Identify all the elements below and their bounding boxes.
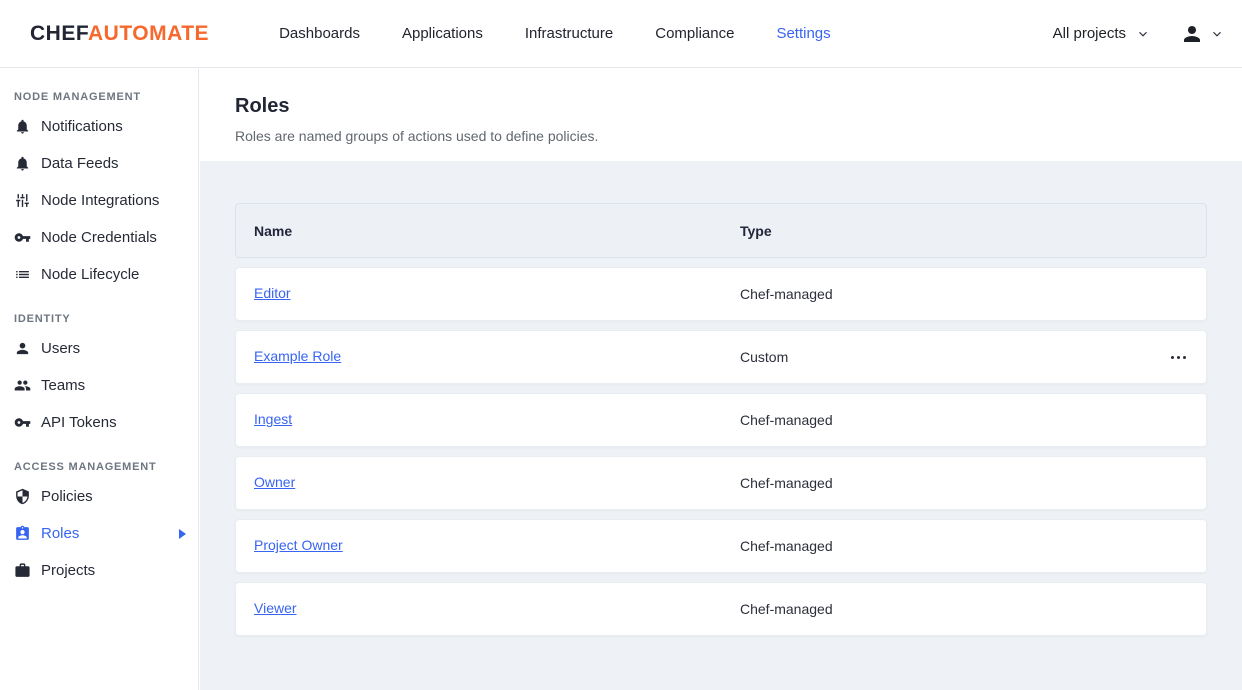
page-header: Roles Roles are named groups of actions … [200, 69, 1242, 161]
key-icon [14, 414, 31, 431]
table-row: Example Role Custom [235, 330, 1207, 384]
role-type: Chef-managed [740, 601, 1188, 617]
role-link-example-role[interactable]: Example Role [254, 348, 341, 364]
sidebar-item-node-integrations[interactable]: Node Integrations [0, 182, 198, 219]
person-icon [1180, 22, 1204, 46]
project-selector-dropdown[interactable]: All projects [1053, 25, 1150, 42]
sidebar-item-projects[interactable]: Projects [0, 552, 198, 589]
sidebar-item-label: Node Integrations [41, 192, 159, 209]
sidebar-item-label: Projects [41, 562, 95, 579]
sidebar-item-node-lifecycle[interactable]: Node Lifecycle [0, 256, 198, 293]
role-type: Chef-managed [740, 475, 1188, 491]
nav-settings[interactable]: Settings [776, 25, 830, 42]
role-link-editor[interactable]: Editor [254, 285, 291, 301]
role-link-ingest[interactable]: Ingest [254, 411, 292, 427]
role-type: Chef-managed [740, 286, 1188, 302]
sidebar-item-label: Notifications [41, 118, 123, 135]
role-link-project-owner[interactable]: Project Owner [254, 537, 343, 553]
role-type: Custom [740, 349, 1169, 365]
sidebar-item-api-tokens[interactable]: API Tokens [0, 404, 198, 441]
sidebar-section-node-management: NODE MANAGEMENT [14, 91, 184, 103]
role-type: Chef-managed [740, 538, 1188, 554]
sidebar-item-teams[interactable]: Teams [0, 367, 198, 404]
primary-nav: Dashboards Applications Infrastructure C… [279, 25, 831, 42]
role-link-viewer[interactable]: Viewer [254, 600, 297, 616]
logo-automate-text: AUTOMATE [88, 22, 209, 45]
briefcase-icon [14, 562, 31, 579]
topnav-right-group: All projects [1053, 22, 1242, 46]
person-icon [14, 340, 31, 357]
sliders-icon [14, 192, 31, 209]
people-icon [14, 377, 31, 394]
ellipsis-icon [1183, 356, 1186, 359]
page-title: Roles [235, 95, 1207, 118]
role-type: Chef-managed [740, 412, 1188, 428]
sidebar-item-label: Teams [41, 377, 85, 394]
sidebar-item-label: Node Credentials [41, 229, 157, 246]
roles-table-area: Name Type Editor Chef-managed Example Ro… [200, 161, 1242, 690]
chevron-down-icon [1210, 27, 1224, 41]
ellipsis-icon [1177, 356, 1180, 359]
sidebar-item-label: Data Feeds [41, 155, 119, 172]
sidebar-item-policies[interactable]: Policies [0, 478, 198, 515]
settings-sidebar: NODE MANAGEMENT Notifications Data Feeds… [0, 69, 199, 690]
shield-icon [14, 488, 31, 505]
sidebar-item-label: Node Lifecycle [41, 266, 139, 283]
sidebar-item-roles[interactable]: Roles [0, 515, 198, 552]
row-menu-button[interactable] [1169, 350, 1188, 365]
chef-automate-logo[interactable]: CHEFAUTOMATE [30, 22, 209, 46]
key-icon [14, 229, 31, 246]
bell-icon [14, 118, 31, 135]
ellipsis-icon [1171, 356, 1174, 359]
table-row: Owner Chef-managed [235, 456, 1207, 510]
table-row: Ingest Chef-managed [235, 393, 1207, 447]
main-content: Roles Roles are named groups of actions … [200, 69, 1242, 690]
sidebar-item-label: Roles [41, 525, 79, 542]
user-menu-button[interactable] [1180, 22, 1224, 46]
sidebar-item-label: Policies [41, 488, 93, 505]
active-indicator-icon [179, 529, 186, 539]
nav-applications[interactable]: Applications [402, 25, 483, 42]
table-header-row: Name Type [235, 203, 1207, 258]
nav-infrastructure[interactable]: Infrastructure [525, 25, 613, 42]
sidebar-item-label: Users [41, 340, 80, 357]
bell-icon [14, 155, 31, 172]
sidebar-section-identity: IDENTITY [14, 313, 184, 325]
project-selector-label: All projects [1053, 25, 1126, 42]
top-navigation-bar: CHEFAUTOMATE Dashboards Applications Inf… [0, 0, 1242, 68]
role-link-owner[interactable]: Owner [254, 474, 295, 490]
sidebar-section-access-management: ACCESS MANAGEMENT [14, 461, 184, 473]
table-row: Project Owner Chef-managed [235, 519, 1207, 573]
badge-icon [14, 525, 31, 542]
sidebar-item-label: API Tokens [41, 414, 117, 431]
chevron-down-icon [1136, 27, 1150, 41]
logo-chef-text: CHEF [30, 22, 88, 45]
page-subtitle: Roles are named groups of actions used t… [235, 128, 1207, 144]
table-row: Viewer Chef-managed [235, 582, 1207, 636]
nav-compliance[interactable]: Compliance [655, 25, 734, 42]
sidebar-item-node-credentials[interactable]: Node Credentials [0, 219, 198, 256]
nav-dashboards[interactable]: Dashboards [279, 25, 360, 42]
column-header-type: Type [740, 223, 1188, 239]
list-icon [14, 266, 31, 283]
sidebar-item-data-feeds[interactable]: Data Feeds [0, 145, 198, 182]
sidebar-item-users[interactable]: Users [0, 330, 198, 367]
table-row: Editor Chef-managed [235, 267, 1207, 321]
sidebar-item-notifications[interactable]: Notifications [0, 108, 198, 145]
column-header-name: Name [254, 223, 740, 239]
